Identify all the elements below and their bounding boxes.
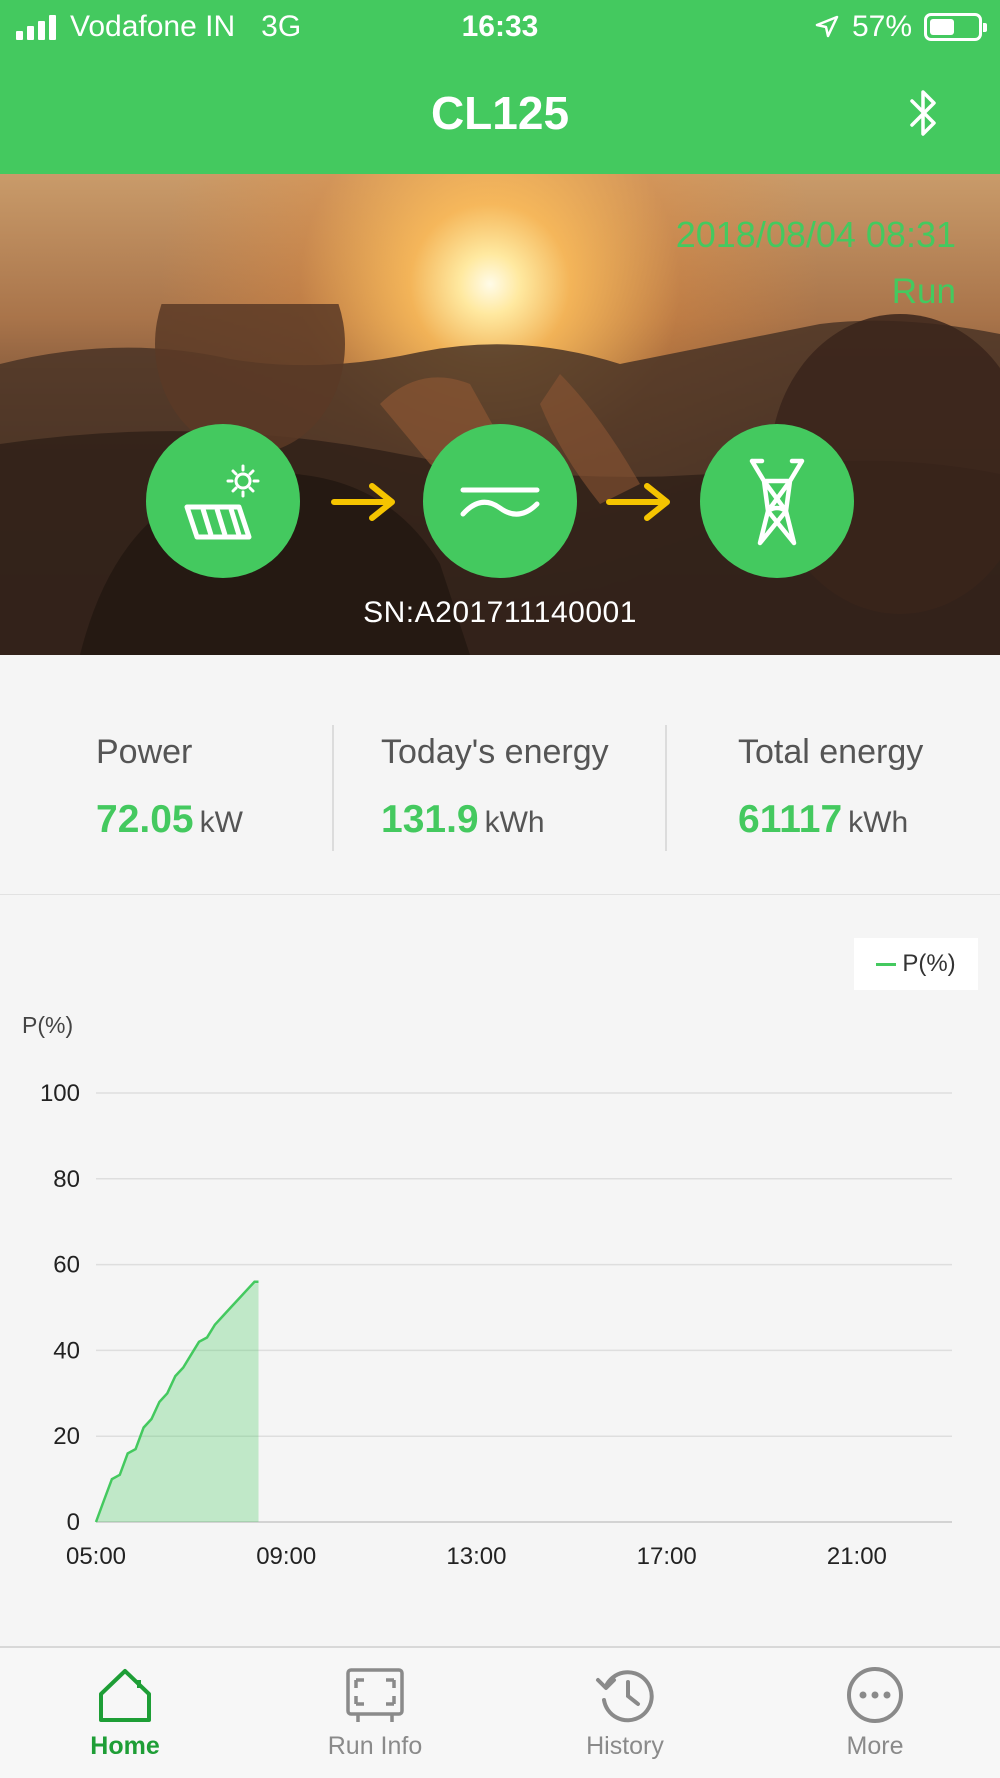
- tab-label: Home: [90, 1732, 160, 1760]
- battery-icon: [924, 13, 987, 41]
- stat-unit: kW: [199, 806, 243, 839]
- inverter-node[interactable]: [423, 424, 577, 578]
- serial-number: SN:A201711140001: [363, 596, 637, 629]
- stat-label: Today's energy: [381, 733, 609, 771]
- x-tick-label: 13:00: [446, 1543, 506, 1570]
- x-tick-label: 17:00: [637, 1543, 697, 1570]
- stat-divider: [332, 725, 334, 851]
- solar-panel-icon: [184, 464, 260, 540]
- series-area: [96, 1281, 259, 1522]
- hero-datetime: 2018/08/04 08:31: [675, 214, 956, 255]
- arrow-right-icon: [331, 483, 395, 521]
- nav-bar: CL125: [0, 56, 1000, 174]
- arrow-right-icon: [606, 483, 670, 521]
- solar-panel-node[interactable]: [146, 424, 300, 578]
- stats-panel: Power 72.05 kW Today's energy 131.9 kWh To…: [0, 655, 1000, 895]
- bluetooth-icon[interactable]: [906, 86, 942, 140]
- y-tick-label: 80: [53, 1166, 80, 1193]
- tab-label: History: [586, 1732, 664, 1760]
- location-arrow-icon: [815, 15, 839, 38]
- chart-canvas: 0 20 40 60 80 100 05:00 09:00 13:00 17:00 21:00: [40, 1080, 952, 1570]
- y-tick-label: 100: [40, 1080, 80, 1107]
- x-tick-label: 09:00: [256, 1543, 316, 1570]
- tab-run-info[interactable]: Run Info: [250, 1648, 500, 1778]
- stat-today-energy: Today's energy 131.9 kWh: [381, 733, 609, 842]
- grid-node[interactable]: [700, 424, 854, 578]
- stat-value: 61117: [738, 798, 843, 841]
- x-tick-label: 05:00: [66, 1543, 126, 1570]
- y-tick-label: 40: [53, 1337, 80, 1364]
- y-tick-label: 0: [67, 1509, 80, 1536]
- status-bar: Vodafone IN 3G 16:33 57%: [0, 0, 1000, 56]
- stat-label: Total energy: [738, 733, 924, 771]
- tab-history[interactable]: History: [500, 1648, 750, 1778]
- app-screen: Vodafone IN 3G 16:33 57% CL125 2018/08/0…: [0, 0, 1000, 1778]
- stat-label: Power: [96, 733, 193, 771]
- stat-divider: [665, 725, 667, 851]
- run-info-icon: [346, 1668, 404, 1722]
- stat-value: 131.9: [381, 798, 479, 841]
- device-run-status: Run: [891, 272, 956, 311]
- grid-tower-icon: [749, 458, 805, 546]
- stat-total-energy: Total energy 61117 kWh: [738, 733, 923, 842]
- home-icon: [99, 1669, 151, 1722]
- power-chart[interactable]: P(%) P(%) 0 20 40 60 80 100 05:00 09:00 13:00 17:…: [0, 896, 1000, 1646]
- tab-more[interactable]: More: [750, 1648, 1000, 1778]
- hero-banner: 2018/08/04 08:31 Run SN:A201711140001: [0, 174, 1000, 655]
- battery-percent: 57%: [851, 10, 912, 43]
- y-tick-label: 60: [53, 1252, 80, 1279]
- history-icon: [596, 1670, 654, 1723]
- tab-label: More: [846, 1732, 904, 1760]
- more-icon: [847, 1667, 903, 1723]
- page-title: CL125: [430, 87, 570, 139]
- y-tick-label: 20: [53, 1423, 80, 1450]
- x-tick-label: 21:00: [827, 1543, 887, 1570]
- tab-home[interactable]: Home: [0, 1648, 250, 1778]
- tab-label: Run Info: [327, 1732, 423, 1760]
- stat-value: 72.05: [96, 798, 194, 841]
- stat-unit: kWh: [848, 806, 909, 839]
- tab-bar: Home Run Info History More: [0, 1646, 1000, 1778]
- stat-power: Power 72.05 kW: [96, 733, 243, 842]
- stat-unit: kWh: [484, 806, 545, 839]
- inverter-wave-icon: [460, 487, 540, 517]
